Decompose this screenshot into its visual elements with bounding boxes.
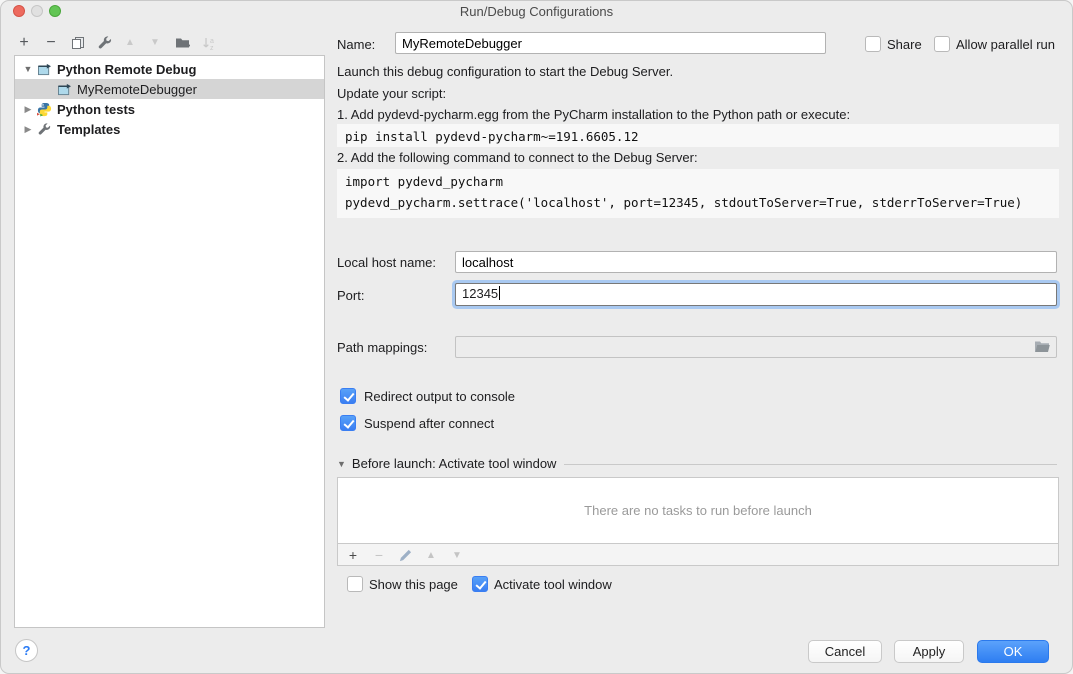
pip-install-code-block: pip install pydevd-pycharm~=191.6605.12 bbox=[337, 124, 1059, 147]
chevron-right-icon[interactable]: ▶ bbox=[22, 104, 34, 115]
description-line: Launch this debug configuration to start… bbox=[337, 64, 673, 79]
description-line: Update your script: bbox=[337, 86, 446, 101]
up-triangle-icon: ▲ bbox=[125, 33, 135, 53]
empty-tasks-text: There are no tasks to run before launch bbox=[584, 503, 812, 518]
remove-configuration-button[interactable]: − bbox=[41, 33, 61, 53]
activate-tool-window-checkbox[interactable] bbox=[472, 576, 488, 592]
wrench-icon bbox=[38, 123, 51, 136]
tree-item-label: Python tests bbox=[57, 102, 135, 117]
suspend-after-connect-checkbox[interactable] bbox=[340, 415, 356, 431]
activate-tool-window-label: Activate tool window bbox=[494, 577, 612, 592]
chevron-down-icon[interactable]: ▼ bbox=[337, 459, 346, 469]
share-label: Share bbox=[887, 37, 922, 52]
divider bbox=[564, 464, 1057, 465]
plus-icon: + bbox=[349, 547, 357, 563]
tree-item-label: Python Remote Debug bbox=[57, 62, 196, 77]
description-step1: 1. Add pydevd-pycharm.egg from the PyCha… bbox=[337, 107, 850, 122]
question-mark-icon: ? bbox=[23, 643, 31, 658]
description-step2: 2. Add the following command to connect … bbox=[337, 150, 698, 165]
edit-task-button[interactable] bbox=[396, 546, 414, 564]
configurations-tree: ▼ Python Remote Debug MyRemoteDebugger ▶ bbox=[14, 55, 325, 628]
port-input[interactable]: 12345 bbox=[455, 283, 1057, 306]
before-launch-title: Before launch: Activate tool window bbox=[352, 456, 557, 471]
move-up-button[interactable]: ▲ bbox=[120, 33, 140, 53]
show-this-page-checkbox[interactable] bbox=[347, 576, 363, 592]
text-caret bbox=[499, 286, 500, 300]
tree-item-label: Templates bbox=[57, 122, 120, 137]
minimize-window-button[interactable] bbox=[31, 5, 43, 17]
window-title: Run/Debug Configurations bbox=[460, 4, 613, 19]
chevron-right-icon[interactable]: ▶ bbox=[22, 124, 34, 135]
show-this-page-label: Show this page bbox=[369, 577, 458, 592]
move-task-down-button[interactable]: ▼ bbox=[448, 546, 466, 564]
before-launch-header[interactable]: ▼ Before launch: Activate tool window bbox=[337, 456, 1057, 471]
copy-icon bbox=[71, 36, 85, 50]
remote-debug-icon bbox=[57, 83, 72, 96]
cancel-button[interactable]: Cancel bbox=[808, 640, 882, 663]
local-host-name-input[interactable] bbox=[455, 251, 1057, 273]
path-mappings-input[interactable] bbox=[455, 336, 1057, 358]
remove-task-button[interactable]: − bbox=[370, 546, 388, 564]
add-configuration-button[interactable]: + bbox=[14, 33, 34, 53]
port-label: Port: bbox=[337, 288, 364, 303]
close-window-button[interactable] bbox=[13, 5, 25, 17]
edit-templates-button[interactable] bbox=[95, 33, 115, 53]
pencil-icon bbox=[399, 549, 412, 562]
name-input[interactable] bbox=[395, 32, 826, 54]
share-checkbox[interactable] bbox=[865, 36, 881, 52]
tree-item-myremotedebugger[interactable]: MyRemoteDebugger bbox=[15, 79, 324, 99]
copy-configuration-button[interactable] bbox=[68, 33, 88, 53]
path-mappings-label: Path mappings: bbox=[337, 340, 427, 355]
tree-item-templates[interactable]: ▶ Templates bbox=[15, 119, 324, 139]
svg-text:a: a bbox=[210, 38, 214, 45]
allow-parallel-run-checkbox[interactable] bbox=[934, 36, 950, 52]
redirect-output-label: Redirect output to console bbox=[364, 389, 515, 404]
local-host-name-label: Local host name: bbox=[337, 255, 436, 270]
run-debug-configurations-dialog: Run/Debug Configurations + − ▲ ▼ az ▼ Py… bbox=[0, 0, 1073, 674]
python-tests-icon bbox=[37, 102, 52, 117]
minus-icon: − bbox=[375, 547, 383, 563]
zoom-window-button[interactable] bbox=[49, 5, 61, 17]
wrench-icon bbox=[98, 36, 112, 50]
titlebar[interactable]: Run/Debug Configurations bbox=[0, 0, 1073, 22]
allow-parallel-run-label: Allow parallel run bbox=[956, 37, 1055, 52]
svg-text:z: z bbox=[210, 45, 214, 51]
tree-item-python-remote-debug[interactable]: ▼ Python Remote Debug bbox=[15, 59, 324, 79]
minus-icon: − bbox=[46, 33, 55, 53]
sort-configurations-button[interactable]: az bbox=[199, 33, 219, 53]
tree-item-label: MyRemoteDebugger bbox=[77, 82, 197, 97]
settrace-code-block: import pydevd_pycharm pydevd_pycharm.sett… bbox=[337, 169, 1059, 218]
new-folder-icon bbox=[175, 36, 191, 50]
plus-icon: + bbox=[19, 33, 28, 53]
create-folder-button[interactable] bbox=[173, 33, 193, 53]
redirect-output-checkbox[interactable] bbox=[340, 388, 356, 404]
sort-az-icon: az bbox=[202, 36, 217, 51]
add-task-button[interactable]: + bbox=[344, 546, 362, 564]
name-label: Name: bbox=[337, 37, 375, 52]
move-down-button[interactable]: ▼ bbox=[145, 33, 165, 53]
port-value: 12345 bbox=[462, 286, 498, 301]
before-launch-toolbar: + − ▲ ▼ bbox=[337, 543, 1059, 566]
ok-button[interactable]: OK bbox=[977, 640, 1049, 663]
remote-debug-icon bbox=[37, 63, 52, 76]
folder-icon[interactable] bbox=[1033, 340, 1051, 354]
tree-item-python-tests[interactable]: ▶ Python tests bbox=[15, 99, 324, 119]
before-launch-task-list[interactable]: There are no tasks to run before launch bbox=[337, 477, 1059, 544]
down-triangle-icon: ▼ bbox=[150, 33, 160, 53]
apply-button[interactable]: Apply bbox=[894, 640, 964, 663]
chevron-down-icon[interactable]: ▼ bbox=[22, 64, 34, 74]
code-line-2: pydevd_pycharm.settrace('localhost', por… bbox=[345, 195, 1022, 210]
help-button[interactable]: ? bbox=[15, 639, 38, 662]
up-triangle-icon: ▲ bbox=[426, 550, 436, 561]
move-task-up-button[interactable]: ▲ bbox=[422, 546, 440, 564]
code-line-1: import pydevd_pycharm bbox=[345, 174, 503, 189]
suspend-after-connect-label: Suspend after connect bbox=[364, 416, 494, 431]
down-triangle-icon: ▼ bbox=[452, 550, 462, 561]
